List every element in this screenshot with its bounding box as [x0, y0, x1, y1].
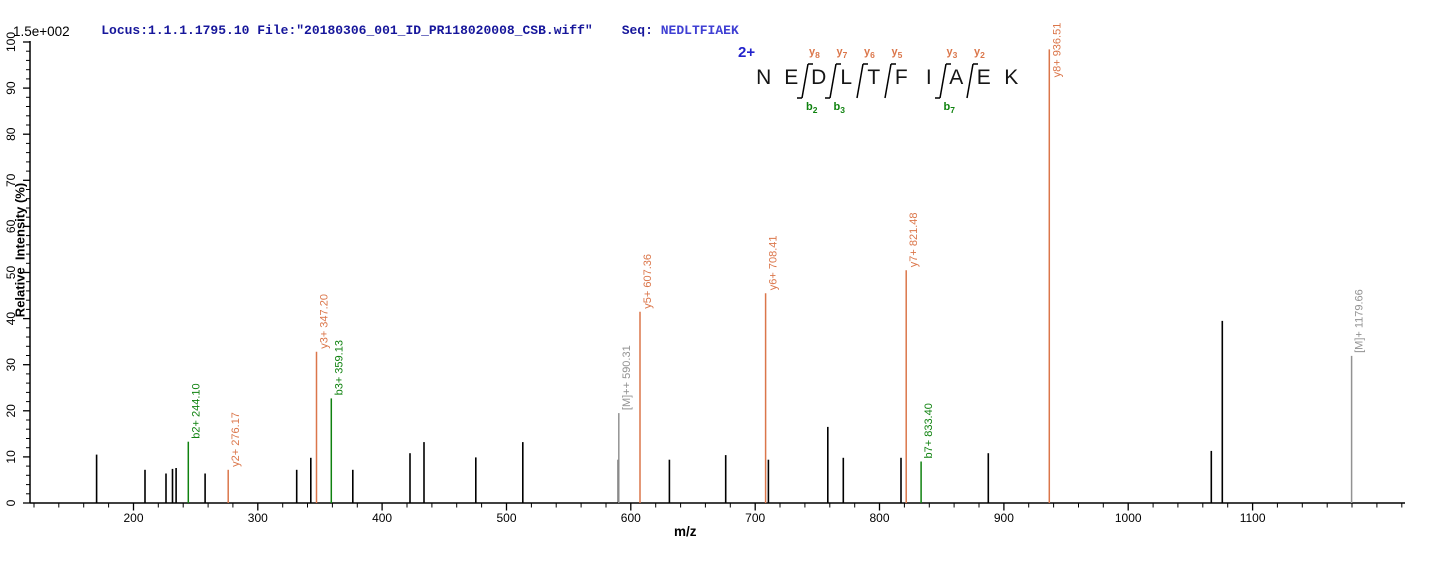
y-tick-label: 0 [4, 499, 18, 506]
b-ion-label: b3 [833, 101, 845, 116]
fragmentation-marker [966, 63, 978, 99]
peak-label: [M]+ 1179.66 [1354, 289, 1366, 353]
charge-state: 2+ [738, 44, 756, 61]
y-ion-label: y6 [864, 46, 875, 61]
x-tick-label: 200 [123, 511, 143, 525]
x-tick-label: 700 [745, 511, 765, 525]
y-ion-label: y3 [946, 46, 958, 61]
x-tick-label: 400 [372, 511, 392, 525]
peak-label: y3+ 347.20 [319, 294, 331, 349]
peak-label: y8+ 936.51 [1051, 23, 1063, 78]
y-tick-label: 50 [4, 266, 18, 280]
peptide-sequence: N E D L T F I A E Ky8 b2 y7 b3 y6 y5 y3 b7 y2 [750, 46, 1030, 115]
x-tick-label: 1100 [1240, 511, 1266, 525]
peak-label: b7+ 833.40 [923, 403, 935, 458]
x-tick-label: 900 [994, 511, 1014, 525]
fragmentation-marker [824, 63, 841, 99]
peak-label: y6+ 708.41 [768, 235, 780, 290]
x-tick-label: 1000 [1115, 511, 1142, 525]
y-ion-label: y7 [836, 46, 848, 61]
ms2-spectrum-viewer: Locus:1.1.1.1795.10 File:"20180306_001_I… [0, 0, 1436, 562]
y-tick-label: 30 [4, 358, 18, 372]
spectrum-plot: 200 300 400 500 600 700 800 900 1000 1100 0 10 20 30 4… [4, 23, 1405, 525]
fragmentation-marker [883, 63, 896, 99]
residue: K [1004, 66, 1019, 89]
x-axis-title: m/z [674, 524, 697, 539]
y-tick-label: 100 [4, 32, 18, 52]
y-tick-label: 40 [4, 312, 18, 326]
y-tick-label: 90 [4, 81, 18, 95]
y-tick-label: 20 [4, 404, 18, 418]
b-ion-label: b2 [806, 101, 818, 116]
fragmentation-marker [797, 63, 813, 99]
peak-label: b3+ 359.13 [333, 340, 345, 395]
peak-label: y5+ 607.36 [642, 254, 654, 309]
x-tick-label: 600 [621, 511, 641, 525]
x-tick-label: 800 [869, 511, 889, 525]
residue: N [756, 66, 772, 89]
peak-label: [M]++ 590.31 [621, 345, 633, 410]
x-tick-label: 300 [248, 511, 268, 525]
fragmentation-marker [934, 63, 951, 99]
peptide-annotation: N E D L T F I A E Ky8 b2 y7 b3 y6 y5 y3 b7 y2 [750, 46, 1030, 115]
y-ion-label: y2 [974, 46, 985, 61]
y-ion-label: y8 [809, 46, 820, 61]
y-tick-label: 70 [4, 173, 18, 187]
y-tick-label: 10 [4, 450, 18, 464]
peak-label: b2+ 244.10 [190, 383, 202, 438]
y-tick-label: 60 [4, 219, 18, 233]
y-tick-label: 80 [4, 127, 18, 141]
x-tick-label: 500 [496, 511, 516, 525]
b-ion-label: b7 [943, 101, 955, 116]
fragmentation-marker [856, 63, 868, 99]
peak-label: y2+ 276.17 [230, 412, 242, 467]
y-ion-label: y5 [891, 46, 903, 61]
peak-label: y7+ 821.48 [908, 212, 920, 267]
